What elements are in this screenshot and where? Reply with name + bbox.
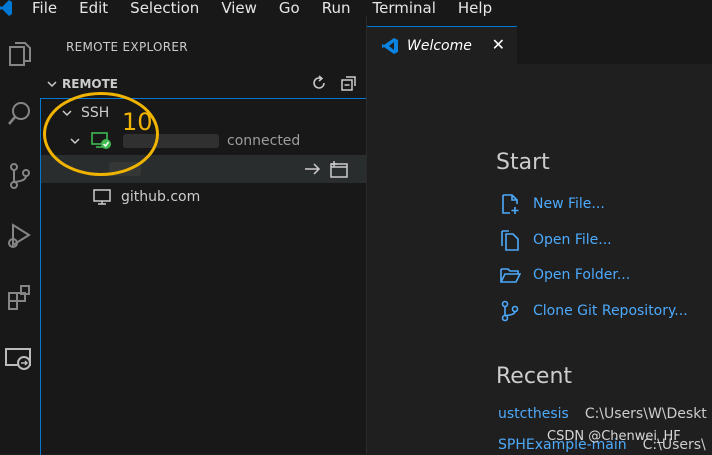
- watermark: CSDN @Chenwei_HF: [547, 429, 681, 444]
- start-heading: Start: [496, 150, 550, 175]
- monitor-icon: [93, 189, 111, 205]
- vscode-logo-icon: [382, 38, 398, 54]
- menu-terminal[interactable]: Terminal: [373, 0, 436, 16]
- recent-heading: Recent: [496, 364, 573, 389]
- section-label: REMOTE: [62, 77, 118, 91]
- extensions-icon[interactable]: [0, 278, 40, 318]
- remote-explorer-sidebar: REMOTE EXPLORER REMOTE SSH connected git…: [40, 16, 367, 455]
- menu-help[interactable]: Help: [458, 0, 492, 16]
- clone-repo-link[interactable]: Clone Git Repository...: [499, 300, 688, 322]
- menu-view[interactable]: View: [221, 0, 257, 16]
- new-file-label: New File...: [533, 196, 605, 212]
- menu-bar: File Edit Selection View Go Run Terminal…: [0, 0, 712, 16]
- host-status: connected: [227, 133, 301, 149]
- collapse-all-icon[interactable]: [340, 74, 358, 92]
- open-file-label: Open File...: [533, 232, 612, 248]
- tab-welcome[interactable]: Welcome ✕: [367, 26, 517, 65]
- editor-area: Welcome ✕ Start New File... Open File...…: [367, 16, 712, 454]
- menu-selection[interactable]: Selection: [130, 0, 199, 16]
- refresh-icon[interactable]: [310, 74, 328, 92]
- tab-label: Welcome: [407, 38, 472, 54]
- new-file-link[interactable]: New File...: [499, 193, 605, 215]
- tab-bar: Welcome ✕: [367, 16, 712, 65]
- open-folder-label: Open Folder...: [533, 267, 631, 283]
- vscode-logo-icon: [0, 0, 12, 16]
- menu-run[interactable]: Run: [322, 0, 351, 16]
- run-debug-icon[interactable]: [0, 216, 40, 256]
- open-folder-link[interactable]: Open Folder...: [499, 264, 630, 286]
- chevron-down-icon: [47, 81, 57, 88]
- recent-item-path: C:\Users\W\Deskt: [584, 406, 707, 422]
- close-icon[interactable]: ✕: [492, 35, 505, 54]
- search-icon[interactable]: [0, 94, 40, 134]
- sidebar-title: REMOTE EXPLORER: [66, 40, 188, 54]
- clone-repo-label: Clone Git Repository...: [533, 303, 688, 319]
- remote-explorer-icon[interactable]: [0, 338, 40, 378]
- tree-item-github[interactable]: github.com: [41, 183, 366, 211]
- menu-file[interactable]: File: [32, 0, 57, 16]
- recent-item[interactable]: ustcthesis C:\Users\W\Deskt: [498, 406, 707, 422]
- open-file-icon: [501, 230, 519, 251]
- git-branch-icon: [501, 300, 519, 322]
- open-in-new-window-icon[interactable]: [328, 159, 350, 179]
- open-file-link[interactable]: Open File...: [499, 229, 612, 251]
- explorer-icon[interactable]: [0, 34, 40, 74]
- open-in-window-icon[interactable]: [304, 161, 322, 177]
- open-folder-icon: [500, 268, 521, 283]
- source-control-icon[interactable]: [0, 156, 40, 196]
- menu-go[interactable]: Go: [279, 0, 300, 16]
- activity-bar: [0, 16, 40, 454]
- annotation-number: 10: [122, 108, 153, 136]
- new-file-icon: [502, 194, 519, 214]
- recent-item-name[interactable]: ustcthesis: [498, 406, 569, 422]
- menu-edit[interactable]: Edit: [79, 0, 108, 16]
- github-host-label: github.com: [121, 189, 201, 205]
